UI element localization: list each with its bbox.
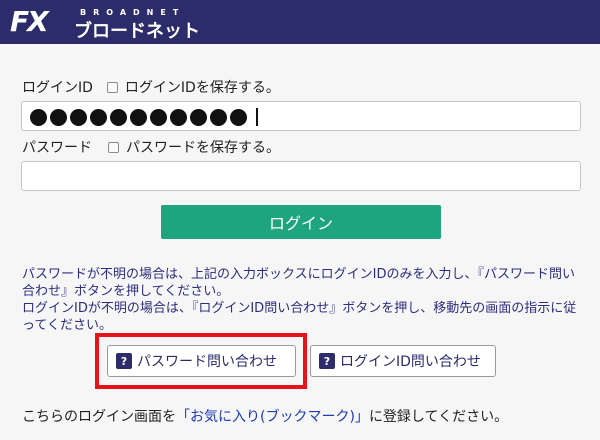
fx-broadnet-logo: FX BROADNET ブロードネット bbox=[10, 5, 220, 42]
mask-dot bbox=[130, 108, 147, 126]
bookmark-note-prefix: こちらのログイン画面を bbox=[22, 409, 176, 425]
mask-dot bbox=[70, 108, 87, 126]
login-id-inquiry-button[interactable]: ? ログインID問い合わせ bbox=[310, 345, 496, 377]
password-label: パスワード bbox=[22, 140, 92, 156]
password-label-row: パスワード パスワードを保存する。 bbox=[22, 137, 280, 157]
text-caret bbox=[256, 108, 258, 126]
login-id-masked-value bbox=[30, 105, 258, 129]
mask-dot bbox=[110, 108, 127, 126]
login-id-inquiry-label: ログインID問い合わせ bbox=[340, 354, 481, 370]
bookmark-link[interactable]: 「お気に入り(ブックマーク)」 bbox=[176, 409, 369, 425]
login-id-label-row: ログインID ログインIDを保存する。 bbox=[22, 77, 280, 97]
bookmark-note-suffix: に登録してください。 bbox=[368, 409, 509, 425]
help-login-id-text: ログインIDが不明の場合は、『ログインID問い合わせ』ボタンを押し、移動先の画面… bbox=[22, 301, 577, 333]
mask-dot bbox=[170, 108, 187, 126]
mask-dot bbox=[50, 108, 67, 126]
help-text: パスワードが不明の場合は、上記の入力ボックスにログインIDのみを入力し、『パスワ… bbox=[22, 266, 582, 334]
logo-fx: FX bbox=[10, 5, 49, 38]
login-button[interactable]: ログイン bbox=[161, 205, 441, 239]
mask-dot bbox=[90, 108, 107, 126]
save-password-label: パスワードを保存する。 bbox=[126, 140, 280, 156]
login-id-input[interactable] bbox=[21, 101, 581, 131]
mask-dot bbox=[30, 108, 47, 126]
mask-dot bbox=[150, 108, 167, 126]
save-login-id-option[interactable]: ログインIDを保存する。 bbox=[106, 77, 280, 97]
logo-brand: ブロードネット bbox=[74, 21, 200, 42]
logo-broadnet: BROADNET bbox=[80, 8, 186, 17]
mask-dot bbox=[230, 108, 247, 126]
mask-dot bbox=[210, 108, 227, 126]
mask-dot bbox=[190, 108, 207, 126]
bookmark-note: こちらのログイン画面を「お気に入り(ブックマーク)」に登録してください。 bbox=[22, 406, 508, 426]
question-icon: ? bbox=[116, 353, 132, 369]
password-input[interactable] bbox=[21, 161, 581, 191]
password-inquiry-label: パスワード問い合わせ bbox=[137, 354, 277, 370]
question-icon: ? bbox=[319, 353, 335, 369]
header-bar: FX BROADNET ブロードネット bbox=[0, 0, 600, 44]
save-password-checkbox[interactable] bbox=[108, 141, 119, 153]
help-password-text: パスワードが不明の場合は、上記の入力ボックスにログインIDのみを入力し、『パスワ… bbox=[22, 267, 575, 299]
login-id-label: ログインID bbox=[22, 80, 93, 96]
password-inquiry-button[interactable]: ? パスワード問い合わせ bbox=[107, 345, 296, 377]
save-login-id-checkbox[interactable] bbox=[106, 81, 118, 93]
save-password-option[interactable]: パスワードを保存する。 bbox=[108, 137, 280, 157]
save-login-id-label: ログインIDを保存する。 bbox=[124, 80, 280, 96]
